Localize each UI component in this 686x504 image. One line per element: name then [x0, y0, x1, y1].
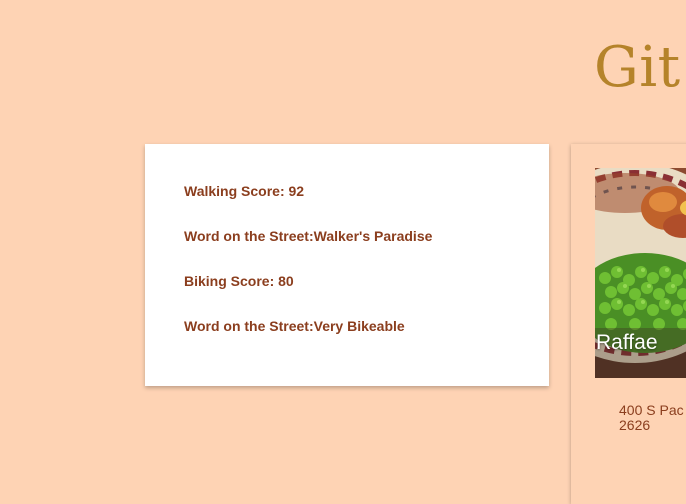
score-card: Walking Score: 92 Word on the Street:Wal… [145, 144, 549, 386]
restaurant-address: 400 S Pac 2626 [619, 403, 686, 433]
address-line-2: 2626 [619, 417, 651, 433]
site-title: Git [594, 35, 681, 100]
restaurant-photo[interactable]: Raffae [595, 168, 686, 378]
biking-score: Biking Score: 80 [184, 273, 294, 289]
restaurant-name[interactable]: Raffae [596, 331, 658, 355]
walking-word-on-street: Word on the Street:Walker's Paradise [184, 228, 433, 244]
biking-word-on-street: Word on the Street:Very Bikeable [184, 318, 405, 334]
walking-score: Walking Score: 92 [184, 183, 305, 199]
address-line-1: 400 S Pac [619, 402, 684, 418]
restaurant-card[interactable]: Raffae 400 S Pac 2626 [571, 144, 686, 504]
